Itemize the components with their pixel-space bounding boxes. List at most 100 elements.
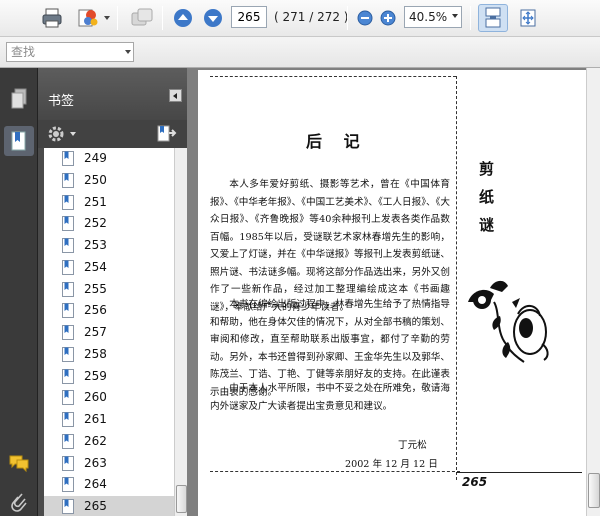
bookmark-icon: [62, 151, 74, 166]
bookmark-item[interactable]: 264: [44, 474, 174, 495]
bookmark-item[interactable]: 258: [44, 344, 174, 365]
zoom-in-icon[interactable]: [378, 4, 398, 32]
bookmark-icon: [62, 172, 74, 188]
bookmark-icon: [62, 216, 74, 232]
expand-bookmark-icon[interactable]: [156, 123, 178, 148]
document-scrollbar-thumb[interactable]: [588, 473, 600, 508]
bookmarks-panel-icon[interactable]: [4, 126, 34, 156]
toolbar-divider: [347, 6, 348, 30]
bookmark-icon: [62, 238, 74, 253]
bookmark-label: 259: [84, 368, 107, 383]
bookmark-icon: [62, 368, 74, 384]
page-heading: 后 记: [306, 132, 368, 151]
bookmark-icon: [62, 390, 74, 406]
side-title-char: 纸: [479, 188, 495, 206]
bookmarks-header: 书签: [38, 68, 187, 120]
bookmark-label: 255: [84, 281, 107, 296]
bookmark-label: 250: [84, 172, 107, 187]
bookmark-label: 249: [84, 151, 107, 165]
collapse-panel-button[interactable]: [169, 89, 182, 102]
bookmark-icon: [62, 412, 74, 427]
bookmark-item[interactable]: 254: [44, 257, 174, 278]
bookmarks-toolbar: [38, 120, 187, 148]
page-border-bottom: [210, 471, 460, 472]
scrolling-mode-icon[interactable]: [478, 4, 508, 32]
next-page-icon[interactable]: [200, 4, 226, 32]
bookmarks-panel: 书签 249 250 251 252 253 254 255 256 257 258 259 260 2…: [38, 68, 187, 516]
create-dropdown-icon[interactable]: [104, 16, 110, 20]
page-number-input[interactable]: 265: [231, 6, 267, 28]
pages-panel-icon[interactable]: [4, 84, 34, 114]
comments-icon[interactable]: [4, 448, 34, 478]
print-icon[interactable]: [38, 4, 66, 32]
bookmark-label: 256: [84, 303, 107, 318]
zoom-out-icon[interactable]: [355, 4, 375, 32]
bookmark-item[interactable]: 249: [44, 148, 174, 169]
side-title-char: 剪: [479, 160, 495, 178]
bookmark-icon: [62, 499, 74, 514]
find-input[interactable]: 查找: [6, 42, 134, 62]
signature-date: 2002 年 12 月 12 日: [345, 459, 438, 470]
toolbar-divider: [470, 6, 471, 30]
zoom-dropdown-icon[interactable]: [452, 14, 458, 18]
page-count-label: ( 271 / 272 ): [274, 10, 349, 24]
bookmark-item[interactable]: 261: [44, 409, 174, 430]
bookmark-item[interactable]: 262: [44, 431, 174, 452]
bookmarks-scrollbar-thumb[interactable]: [176, 485, 187, 513]
options-dropdown-icon[interactable]: [70, 132, 76, 136]
bookmark-item[interactable]: 255: [44, 279, 174, 300]
bookmark-item[interactable]: 253: [44, 235, 174, 256]
bookmark-item[interactable]: 259: [44, 366, 174, 387]
bookmark-label: 265: [84, 499, 107, 513]
bookmark-item[interactable]: 251: [44, 192, 174, 213]
bookmark-icon: [62, 325, 74, 340]
page-fold-line: [456, 76, 457, 480]
main-toolbar: 265 ( 271 / 272 ) 40.5%: [0, 0, 600, 37]
bookmarks-scrollbar[interactable]: [174, 148, 187, 516]
find-dropdown-icon[interactable]: [125, 50, 131, 54]
navigation-rail: [0, 68, 38, 516]
toolbar-divider: [162, 6, 163, 30]
bookmark-label: 258: [84, 346, 107, 361]
gear-icon[interactable]: [46, 124, 66, 147]
bookmark-icon: [62, 281, 74, 297]
previous-page-icon[interactable]: [170, 4, 196, 32]
page-footer-line: [456, 472, 582, 473]
bookmark-icon: [62, 455, 74, 471]
bookmark-label: 261: [84, 412, 107, 426]
bookmark-label: 264: [84, 477, 107, 492]
bookmark-label: 263: [84, 455, 107, 470]
page-border-top: [210, 76, 456, 77]
toolbar-divider: [117, 6, 118, 30]
document-scrollbar[interactable]: [586, 68, 600, 516]
fit-page-icon[interactable]: [514, 4, 542, 32]
bookmark-label: 251: [84, 194, 107, 209]
bookmark-icon: [62, 303, 74, 319]
bookmark-item[interactable]: 265: [44, 496, 174, 516]
bookmarks-title: 书签: [48, 94, 75, 109]
collaborate-icon[interactable]: [128, 4, 156, 32]
document-paragraph: 由于本人水平所限，书中不妥之处在所难免，敬请海内外谜家及广大读者提出宝贵意见和建…: [210, 383, 450, 412]
author-signature: 丁元松: [398, 440, 427, 451]
bookmark-label: 257: [84, 325, 107, 339]
bookmark-icon: [62, 433, 74, 449]
bookmark-label: 254: [84, 259, 107, 274]
bookmark-item[interactable]: 250: [44, 170, 174, 191]
papercut-illustration: [468, 280, 549, 363]
document-paragraph: 本人多年爱好剪纸、摄影等艺术，曾在《中国体育报》、《中华老年报》、《中国工艺美术…: [210, 179, 450, 313]
find-toolbar: 查找: [0, 37, 600, 68]
side-title-char: 谜: [479, 216, 495, 234]
bookmark-icon: [62, 259, 74, 275]
bookmark-item[interactable]: 252: [44, 213, 174, 234]
create-pdf-icon[interactable]: [74, 4, 102, 32]
bookmark-item[interactable]: 263: [44, 453, 174, 474]
bookmark-item[interactable]: 256: [44, 300, 174, 321]
bookmark-label: 260: [84, 390, 107, 405]
bookmark-label: 262: [84, 433, 107, 448]
bookmark-item[interactable]: 257: [44, 322, 174, 343]
attachments-icon[interactable]: [4, 486, 34, 516]
bookmark-item[interactable]: 260: [44, 387, 174, 408]
bookmarks-list: 249 250 251 252 253 254 255 256 257 258 259 260 261 2…: [44, 148, 187, 516]
bookmark-label: 253: [84, 238, 107, 252]
bookmark-icon: [62, 477, 74, 493]
